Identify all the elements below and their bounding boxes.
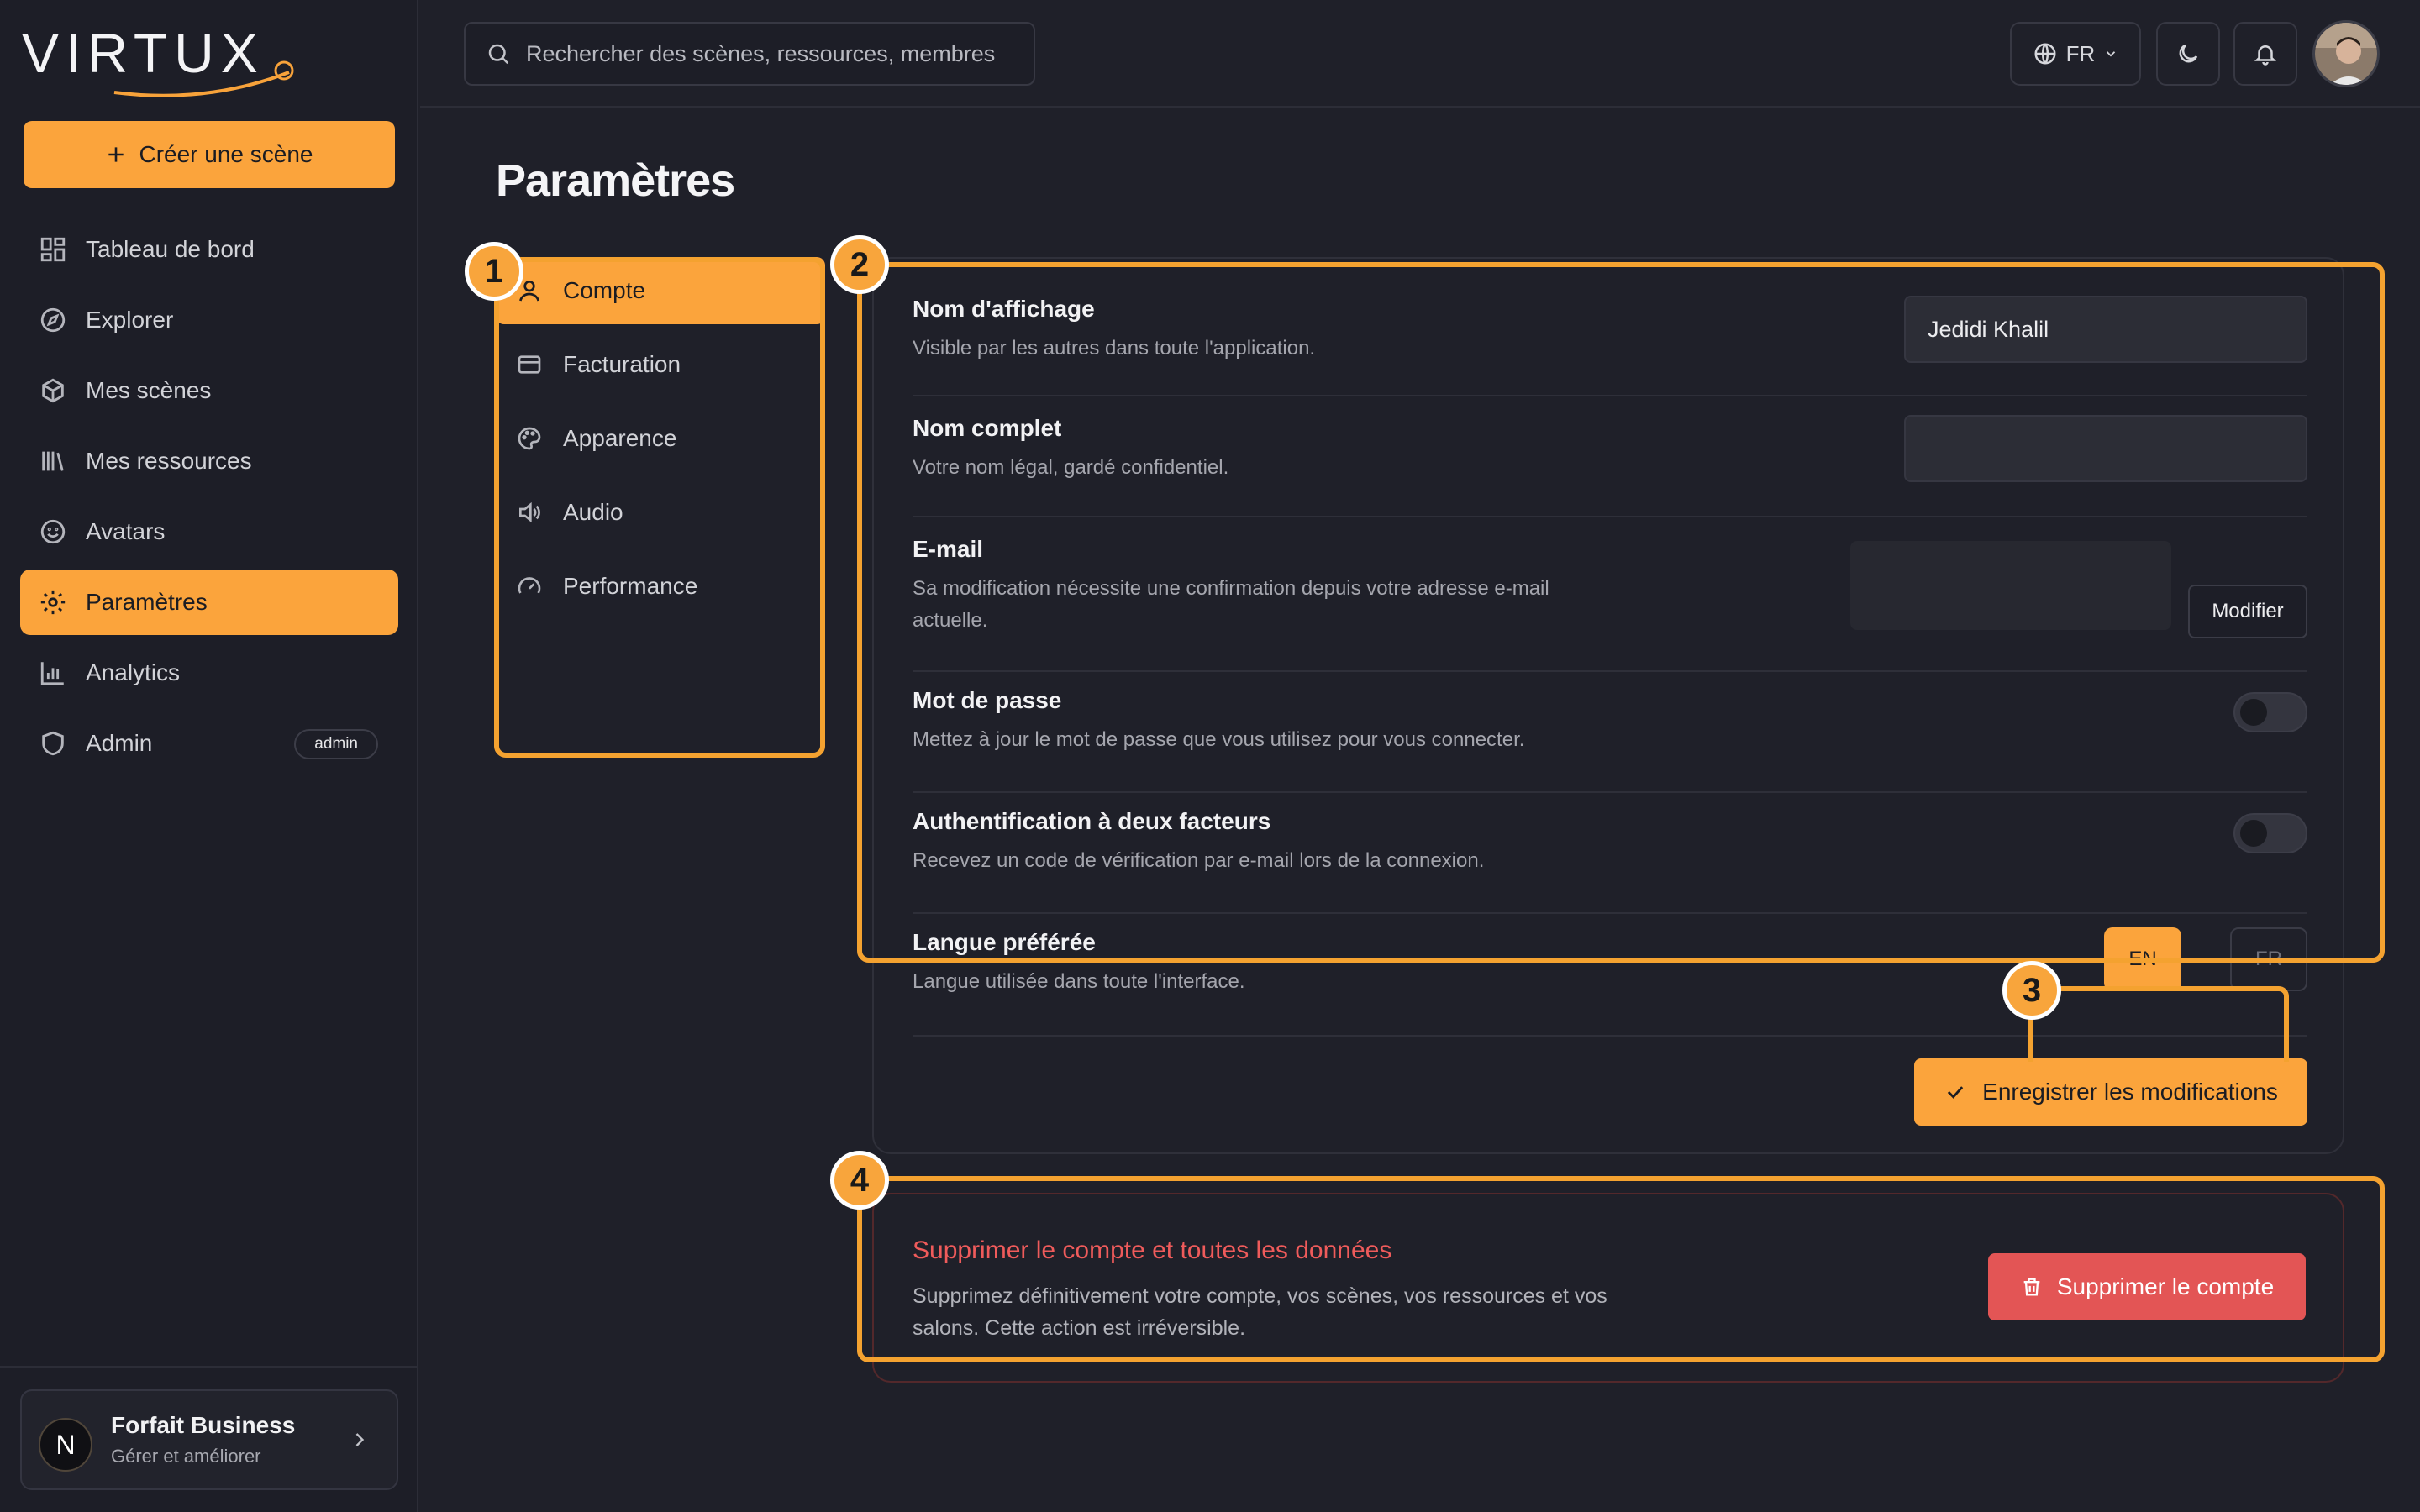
language-select[interactable]: FR — [2010, 22, 2141, 86]
speaker-icon — [519, 501, 540, 523]
plan-subtitle: Gérer et améliorer — [111, 1446, 261, 1467]
sidebar-item-settings[interactable]: Paramètres — [20, 570, 398, 635]
sidebar-item-my-scenes[interactable]: Mes scènes — [20, 358, 398, 423]
trash-icon — [2023, 1278, 2040, 1296]
annotation-marker-1: 1 — [465, 242, 523, 301]
annotation-marker-4: 4 — [830, 1151, 889, 1210]
tab-billing[interactable]: Facturation — [496, 331, 825, 398]
danger-description: Supprimez définitivement votre compte, v… — [913, 1284, 1607, 1340]
full-name-row: Nom complet Votre nom légal, gardé confi… — [913, 415, 2307, 517]
sidebar-item-analytics[interactable]: Analytics — [20, 640, 398, 706]
danger-title: Supprimer le compte et toutes les donnée… — [913, 1236, 1392, 1264]
display-name-input[interactable]: Jedidi Khalil — [1904, 296, 2307, 363]
dashboard-icon — [40, 237, 66, 262]
full-name-input[interactable] — [1904, 415, 2307, 482]
page-title: Paramètres — [496, 155, 735, 206]
gauge-icon — [518, 577, 541, 594]
compass-icon — [40, 307, 66, 333]
profile-photo — [2315, 23, 2377, 85]
user-avatar[interactable] — [2312, 20, 2380, 87]
check-icon — [1947, 1086, 1964, 1099]
cube-icon — [42, 378, 64, 403]
language-option-fr[interactable]: FR — [2230, 927, 2307, 991]
plan-avatar: N — [39, 1418, 92, 1472]
sidebar-item-explorer[interactable]: Explorer — [20, 287, 398, 353]
modify-email-button[interactable]: Modifier — [2188, 585, 2307, 638]
tab-audio[interactable]: Audio — [496, 479, 825, 546]
password-toggle[interactable] — [2233, 692, 2307, 732]
chevron-right-icon — [355, 1433, 365, 1446]
email-field[interactable] — [1850, 541, 2171, 630]
bell-icon — [2254, 45, 2277, 66]
plan-card[interactable]: N Forfait Business Gérer et améliorer — [20, 1389, 398, 1490]
account-settings-card: Nom d'affichage Visible par les autres d… — [872, 257, 2344, 1154]
danger-zone-card: Supprimer le compte et toutes les donnée… — [872, 1193, 2344, 1383]
divider — [0, 1366, 418, 1368]
two-factor-row: Authentification à deux facteurs Recevez… — [913, 808, 2307, 914]
sidebar-item-admin[interactable]: Admin admin — [20, 711, 398, 776]
smile-icon — [40, 519, 66, 544]
tab-appearance[interactable]: Apparence — [496, 405, 825, 472]
delete-account-button[interactable]: Supprimer le compte — [1988, 1253, 2306, 1320]
notifications-button[interactable] — [2233, 22, 2297, 86]
display-name-row: Nom d'affichage Visible par les autres d… — [913, 296, 2307, 396]
search-placeholder: Rechercher des scènes, ressources, membr… — [526, 40, 996, 66]
palette-icon — [518, 427, 541, 450]
credit-card-icon — [518, 355, 541, 374]
plus-icon — [108, 147, 124, 162]
chevron-down-icon — [2107, 51, 2116, 57]
search-icon — [488, 44, 509, 65]
email-row: E-mail Sa modification nécessite une con… — [913, 536, 2307, 672]
plan-title: Forfait Business — [111, 1412, 296, 1438]
sidebar: VIRTUX Créer une scène Tableau de bord E… — [0, 0, 418, 1512]
sidebar-item-avatars[interactable]: Avatars — [20, 499, 398, 564]
sidebar-nav: Tableau de bord Explorer Mes scènes Mes … — [20, 217, 398, 781]
language-row: Langue préférée Langue utilisée dans tou… — [913, 927, 2307, 1037]
bar-chart-icon — [40, 662, 64, 685]
moon-icon — [2179, 44, 2198, 63]
language-option-en[interactable]: EN — [2104, 927, 2181, 991]
annotation-marker-2: 2 — [830, 235, 889, 294]
search-input[interactable]: Rechercher des scènes, ressources, membr… — [464, 22, 1035, 86]
sidebar-item-dashboard[interactable]: Tableau de bord — [20, 217, 398, 282]
annotation-marker-3: 3 — [2002, 961, 2061, 1020]
library-icon — [42, 451, 64, 471]
virtux-logo[interactable]: VIRTUX — [22, 22, 341, 103]
create-scene-button[interactable]: Créer une scène — [24, 121, 395, 188]
settings-nav: Compte Facturation Apparence Audio Perfo… — [496, 257, 825, 627]
theme-toggle-button[interactable] — [2156, 22, 2220, 86]
gear-icon — [40, 590, 66, 615]
shield-icon — [42, 731, 64, 756]
sidebar-item-my-resources[interactable]: Mes ressources — [20, 428, 398, 494]
tab-account[interactable]: Compte — [496, 257, 825, 324]
tab-performance[interactable]: Performance — [496, 553, 825, 620]
globe-icon — [2034, 43, 2056, 65]
admin-badge: admin — [294, 729, 378, 759]
topbar: Rechercher des scènes, ressources, membr… — [420, 0, 2420, 108]
two-factor-toggle[interactable] — [2233, 813, 2307, 853]
password-row: Mot de passe Mettez à jour le mot de pas… — [913, 687, 2307, 793]
logo-wordmark: VIRTUX — [22, 24, 265, 84]
save-changes-button[interactable]: Enregistrer les modifications — [1914, 1058, 2307, 1126]
